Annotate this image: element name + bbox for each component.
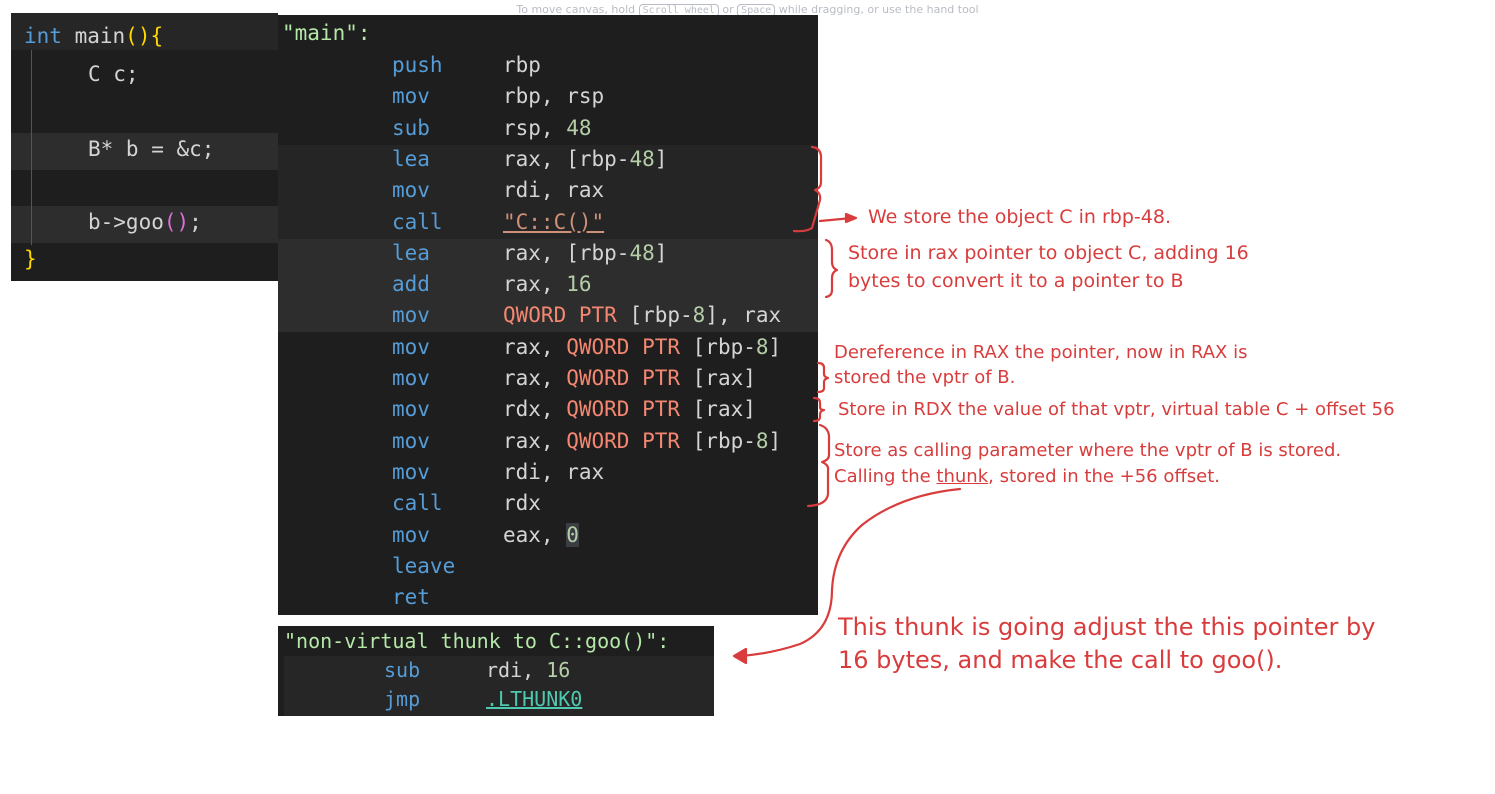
note-store-rdx: Store in RDX the value of that vptr, vir… [838, 399, 1395, 420]
note-calling-prefix: Calling the [834, 466, 937, 487]
note-calling-param-line1: Store as calling parameter where the vpt… [834, 440, 1342, 461]
brace-5 [806, 423, 831, 508]
brace-3 [816, 361, 830, 394]
note-pointer-to-b: Store in rax pointer to object C, adding… [848, 241, 1249, 294]
note-thunk-word: thunk [936, 466, 989, 487]
note-dereference: Dereference in RAX the pointer, now in R… [834, 340, 1247, 390]
note-store-object: We store the object C in rbp-48. [868, 206, 1171, 228]
note-calling-param: Store as calling parameter where the vpt… [834, 438, 1341, 490]
bracket-1 [792, 145, 823, 233]
brace-2 [824, 238, 839, 299]
note-thunk-adjust-line2: 16 bytes, and make the call to goo(). [838, 646, 1283, 674]
note-pointer-to-b-line2: bytes to convert it to a pointer to B [848, 270, 1184, 292]
note-pointer-to-b-line1: Store in rax pointer to object C, adding… [848, 242, 1249, 264]
note-calling-param-line2: Calling the thunk, stored in the +56 off… [834, 464, 1341, 490]
note-calling-suffix: , stored in the +56 offset. [988, 466, 1221, 487]
note-dereference-line1: Dereference in RAX the pointer, now in R… [834, 342, 1248, 363]
note-thunk-adjust: This thunk is going adjust the this poin… [838, 611, 1375, 677]
brace-4 [812, 396, 826, 423]
note-dereference-line2: stored the vptr of B. [834, 367, 1016, 388]
note-thunk-adjust-line1: This thunk is going adjust the this poin… [838, 613, 1376, 641]
